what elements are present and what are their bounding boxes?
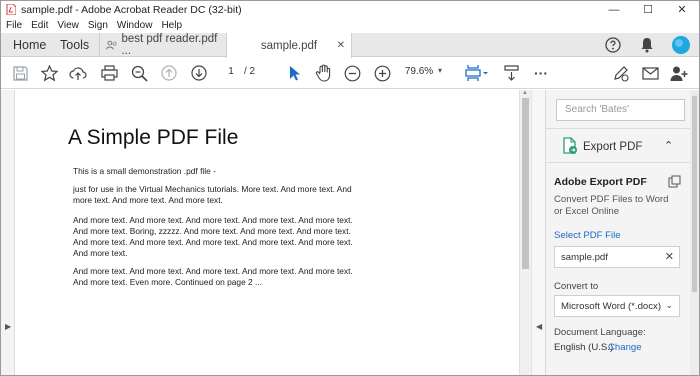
- tab-bar-actions: [603, 35, 691, 55]
- document-language-value: English (U.S.): [554, 342, 614, 353]
- user-avatar-icon[interactable]: [671, 35, 691, 55]
- search-icon[interactable]: [129, 63, 149, 83]
- tab-home[interactable]: Home: [13, 38, 46, 52]
- page-number-input[interactable]: 1: [221, 66, 241, 81]
- mail-icon[interactable]: [640, 63, 660, 83]
- menu-help[interactable]: Help: [161, 20, 182, 31]
- menu-view[interactable]: View: [57, 20, 79, 31]
- left-panel-toggle[interactable]: ▶: [1, 90, 15, 375]
- scroll-mode-icon[interactable]: [501, 63, 521, 83]
- window-controls: — ☐ ✕: [597, 1, 699, 18]
- shared-user-icon: [106, 40, 117, 50]
- upload-cloud-icon[interactable]: [68, 63, 88, 83]
- expand-left-panel-icon[interactable]: ▶: [5, 322, 11, 331]
- save-icon[interactable]: [10, 63, 30, 83]
- zoom-in-icon[interactable]: [372, 63, 392, 83]
- export-pdf-icon: [562, 137, 578, 158]
- add-user-icon[interactable]: [669, 63, 689, 83]
- divider: [546, 162, 699, 163]
- tab-bar: Home Tools best pdf reader.pdf ... sampl…: [1, 33, 699, 58]
- doc-tab-label: sample.pdf: [260, 39, 318, 52]
- export-pdf-label: Export PDF: [583, 141, 643, 153]
- document-paragraph: And more text. And more text. And more t…: [73, 266, 353, 287]
- tools-search-input[interactable]: Search 'Bates': [556, 99, 685, 121]
- right-panel-toggle[interactable]: ◀: [531, 90, 545, 375]
- pdf-document-view[interactable]: A Simple PDF File This is a small demons…: [15, 90, 519, 375]
- print-icon[interactable]: [99, 63, 119, 83]
- doc-tab-sample[interactable]: sample.pdf ✕: [226, 33, 352, 58]
- tab-tools[interactable]: Tools: [60, 38, 89, 52]
- clear-file-icon[interactable]: ✕: [665, 250, 674, 263]
- fit-page-icon[interactable]: [463, 63, 491, 83]
- select-cursor-icon[interactable]: [284, 63, 304, 83]
- menu-file[interactable]: File: [6, 20, 22, 31]
- minimize-button[interactable]: —: [597, 1, 631, 18]
- zoom-out-icon[interactable]: [342, 63, 362, 83]
- doc-tab-best-pdf-reader[interactable]: best pdf reader.pdf ...: [99, 33, 225, 57]
- adobe-export-description: Convert PDF Files to Word or Excel Onlin…: [554, 194, 669, 217]
- convert-to-label: Convert to: [554, 281, 599, 292]
- acrobat-app-icon: [6, 4, 16, 15]
- change-language-link[interactable]: Change: [608, 342, 642, 353]
- scrollbar-thumb[interactable]: [692, 96, 697, 292]
- menu-bar: File Edit View Sign Window Help: [1, 18, 699, 33]
- close-window-button[interactable]: ✕: [665, 1, 699, 18]
- star-icon[interactable]: [39, 63, 59, 83]
- page-total: / 2: [244, 66, 256, 77]
- chevron-down-icon: ⌄: [665, 300, 673, 310]
- help-icon[interactable]: [603, 35, 623, 55]
- select-pdf-file-link[interactable]: Select PDF File: [554, 230, 621, 241]
- tools-pane-scrollbar[interactable]: [690, 90, 699, 375]
- menu-window[interactable]: Window: [117, 20, 153, 31]
- document-paragraph: This is a small demonstration .pdf file …: [73, 166, 216, 176]
- tools-pane: Search 'Bates' Export PDF ⌃ Adobe Export…: [545, 90, 699, 375]
- main-toolbar: 1 / 2 79.6% ▾ ···: [1, 58, 699, 89]
- hand-tool-icon[interactable]: [313, 63, 333, 83]
- bell-icon[interactable]: [637, 35, 657, 55]
- maximize-button[interactable]: ☐: [631, 1, 665, 18]
- document-paragraph: just for use in the Virtual Mechanics tu…: [73, 184, 352, 205]
- scroll-up-arrow[interactable]: ▲: [522, 90, 528, 96]
- previous-page-icon[interactable]: [159, 63, 179, 83]
- export-pdf-header[interactable]: Export PDF ⌃: [546, 129, 699, 162]
- document-title: A Simple PDF File: [68, 126, 239, 149]
- sign-icon[interactable]: [611, 63, 631, 83]
- acrobat-window: sample.pdf - Adobe Acrobat Reader DC (32…: [0, 0, 700, 376]
- zoom-dropdown-caret[interactable]: ▾: [438, 66, 442, 75]
- document-language-label: Document Language:: [554, 327, 646, 338]
- window-title: sample.pdf - Adobe Acrobat Reader DC (32…: [21, 3, 242, 16]
- more-tools-icon[interactable]: ···: [531, 63, 551, 83]
- collapse-section-icon[interactable]: ⌃: [664, 139, 673, 152]
- selected-file-name: sample.pdf: [561, 252, 608, 263]
- next-page-icon[interactable]: [189, 63, 209, 83]
- doc-tab-label: best pdf reader.pdf ...: [121, 33, 218, 57]
- selected-file-field[interactable]: sample.pdf ✕: [554, 246, 680, 268]
- zoom-level[interactable]: 79.6%: [401, 66, 437, 77]
- document-paragraph: And more text. And more text. And more t…: [73, 215, 353, 258]
- menu-sign[interactable]: Sign: [88, 20, 108, 31]
- adobe-export-title: Adobe Export PDF: [554, 176, 647, 188]
- scrollbar-thumb[interactable]: [522, 98, 529, 269]
- convert-to-value: Microsoft Word (*.docx): [561, 301, 662, 312]
- settings-icon[interactable]: [668, 175, 681, 191]
- title-bar: sample.pdf - Adobe Acrobat Reader DC (32…: [1, 1, 699, 18]
- convert-to-select[interactable]: Microsoft Word (*.docx) ⌄: [554, 295, 680, 317]
- close-tab-icon[interactable]: ✕: [337, 40, 345, 51]
- document-scrollbar[interactable]: ▲: [519, 90, 531, 375]
- collapse-right-panel-icon[interactable]: ◀: [536, 322, 542, 331]
- menu-edit[interactable]: Edit: [31, 20, 48, 31]
